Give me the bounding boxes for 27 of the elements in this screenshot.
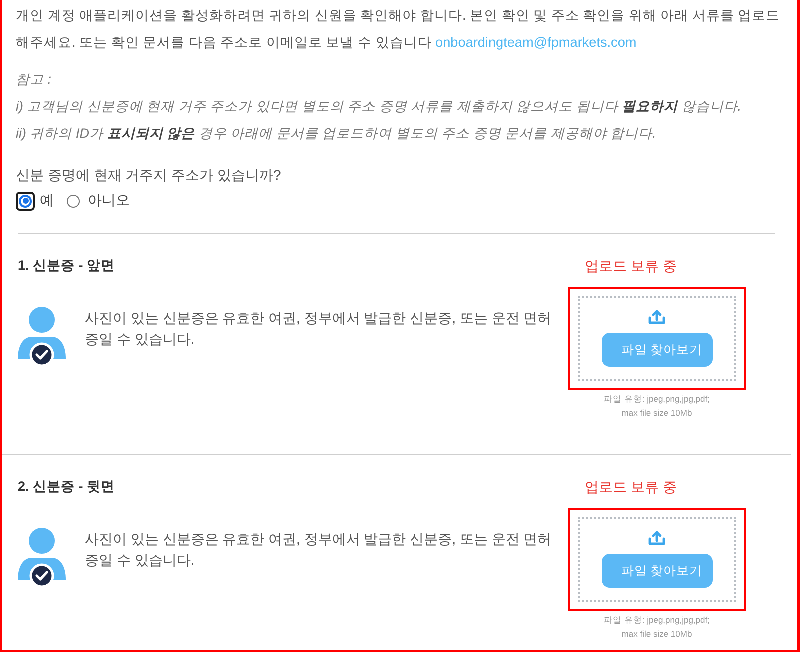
upload-icon bbox=[648, 530, 666, 546]
file-type-text: 파일 유형: jpeg,png,jpg,pdf; bbox=[604, 614, 710, 627]
radio-label[interactable]: 아니오 bbox=[88, 192, 130, 210]
email-link[interactable]: onboardingteam@fpmarkets.com bbox=[436, 35, 637, 50]
radio-button[interactable] bbox=[16, 192, 35, 210]
file-type-text: 파일 유형: jpeg,png,jpg,pdf; bbox=[604, 393, 710, 406]
upload-dropzone[interactable]: 파일 찾아보기 bbox=[578, 517, 736, 602]
note-heading: 참고 : bbox=[16, 71, 53, 89]
upload-dropzone[interactable]: 파일 찾아보기 bbox=[578, 296, 736, 381]
question-label: 신분 증명에 현재 거주지 주소가 있습니까? bbox=[16, 166, 282, 185]
note-text: ii) 귀하의 ID가 표시되지 않은 경우 아래에 문서를 업로드하여 별도의 주소 증명 문서를 제공해야 합니다. bbox=[16, 125, 658, 143]
upload-status: 업로드 보류 중 bbox=[585, 478, 677, 497]
user-check-icon bbox=[18, 307, 66, 367]
user-check-icon bbox=[18, 528, 66, 588]
upload-icon bbox=[648, 309, 666, 325]
document-description: 사진이 있는 신분증은 유효한 여권, 정부에서 발급한 신분증, 또는 운전 면허증일 수 있습니다. bbox=[85, 309, 553, 349]
intro-text: 개인 계정 애플리케이션을 활성화하려면 귀하의 신원을 확인해야 합니다. 본인 확인 및 주소 확인을 위해 아래 서류를 업로드해주세요. 또는 확인 문서를 다음 주소로 이메일로 보낼 수 있습니다 onboardingteam@fpmarkets.com bbox=[16, 7, 782, 52]
browse-file-button[interactable]: 파일 찾아보기 bbox=[602, 333, 712, 367]
max-size-text: max file size 10Mb bbox=[622, 628, 692, 641]
upload-status: 업로드 보류 중 bbox=[585, 257, 677, 276]
section-title: 2. 신분증 - 뒷면 bbox=[18, 478, 116, 496]
section-title: 1. 신분증 - 앞면 bbox=[18, 257, 116, 275]
radio-label[interactable]: 예 bbox=[40, 192, 54, 210]
document-description: 사진이 있는 신분증은 유효한 여권, 정부에서 발급한 신분증, 또는 운전 면허증일 수 있습니다. bbox=[85, 530, 553, 570]
note-text: i) 고객님의 신분증에 현재 거주 주소가 있다면 별도의 주소 증명 서류를 제출하지 않으셔도 됩니다 필요하지 않습니다. bbox=[16, 98, 743, 116]
browse-file-button[interactable]: 파일 찾아보기 bbox=[602, 554, 712, 588]
max-size-text: max file size 10Mb bbox=[622, 407, 692, 420]
